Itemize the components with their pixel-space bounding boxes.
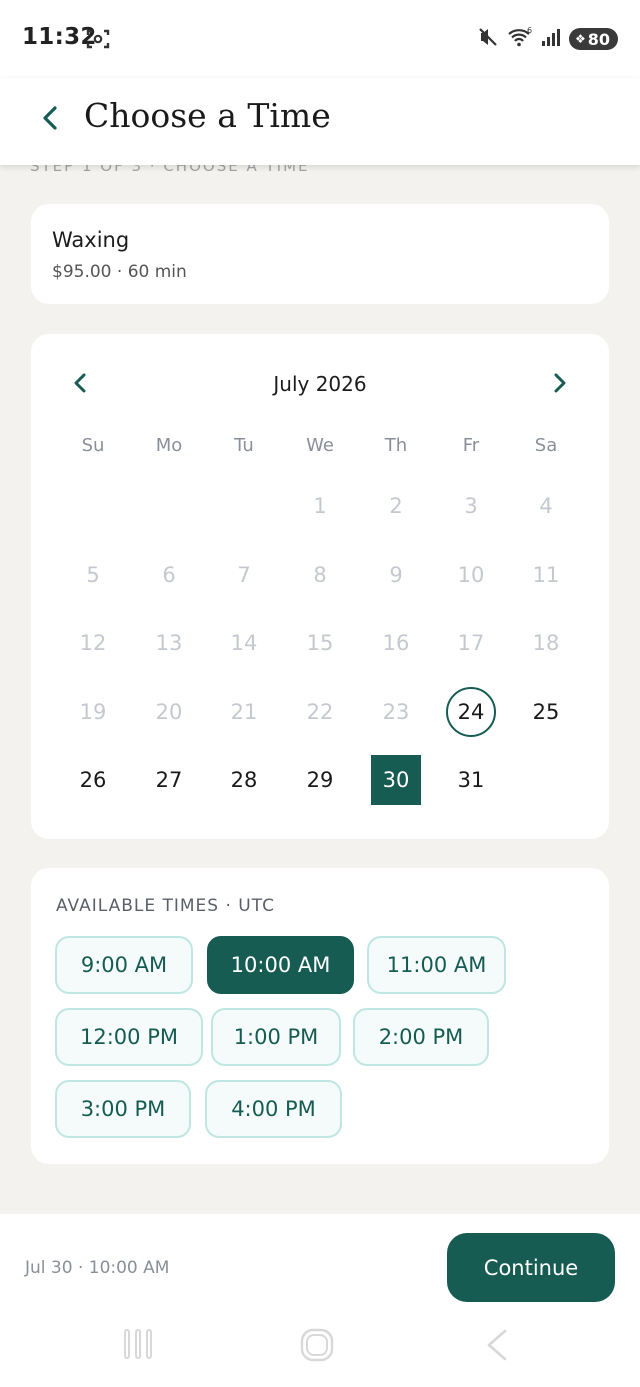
calendar-day: 20 — [155, 700, 183, 724]
chevron-left-icon — [43, 106, 57, 130]
calendar-day: 22 — [306, 700, 334, 724]
calendar-day[interactable]: 25 — [521, 687, 571, 737]
calendar-day[interactable]: 31 — [446, 755, 496, 805]
weekday-header: Sa — [534, 435, 558, 456]
calendar-day[interactable]: 27 — [144, 755, 194, 805]
calendar-day: 13 — [155, 631, 183, 655]
calendar-day: 15 — [306, 631, 334, 655]
time-slot[interactable]: 4:00 PM — [205, 1080, 342, 1138]
bottom-bar: Jul 30 · 10:00 AM Continue — [0, 1214, 640, 1387]
calendar-day: 4 — [539, 494, 553, 518]
service-price-duration: $95.00 · 60 min — [52, 262, 187, 282]
chevron-right-icon — [554, 373, 566, 393]
month-label: July 2026 — [273, 372, 367, 396]
weekday-header: Su — [81, 435, 105, 456]
calendar-day: 8 — [313, 563, 327, 587]
calendar-day[interactable]: 28 — [219, 755, 269, 805]
recent-apps-icon[interactable] — [122, 1328, 154, 1364]
time-slot[interactable]: 1:00 PM — [211, 1008, 341, 1066]
status-bar: 11:32 6 ❖ 80 — [0, 0, 640, 78]
time-slot[interactable]: 11:00 AM — [367, 936, 506, 994]
selection-summary: Jul 30 · 10:00 AM — [25, 1258, 170, 1278]
screenshot-icon — [86, 28, 110, 54]
service-name: Waxing — [52, 228, 130, 252]
calendar-day: 19 — [79, 700, 107, 724]
time-slot[interactable]: 2:00 PM — [353, 1008, 489, 1066]
continue-button[interactable]: Continue — [447, 1233, 615, 1302]
calendar-day: 11 — [532, 563, 560, 587]
system-back-icon[interactable] — [484, 1328, 510, 1366]
calendar-day-selected[interactable]: 30 — [371, 755, 421, 805]
calendar-day[interactable]: 26 — [68, 755, 118, 805]
calendar-day: 5 — [86, 563, 100, 587]
weekday-header: Fr — [462, 435, 480, 456]
calendar-day: 9 — [389, 563, 403, 587]
available-times-title: AVAILABLE TIMES · UTC — [56, 896, 276, 916]
calendar-day-today[interactable]: 24 — [446, 687, 496, 737]
app-header: Choose a Time — [0, 78, 640, 165]
time-slot[interactable]: 12:00 PM — [55, 1008, 203, 1066]
calendar-day: 23 — [382, 700, 410, 724]
svg-text:6: 6 — [527, 26, 532, 35]
service-card: Waxing $95.00 · 60 min — [31, 204, 609, 304]
available-times-card: AVAILABLE TIMES · UTC 9:00 AM 10:00 AM 11:… — [31, 868, 609, 1164]
calendar-day: 7 — [237, 563, 251, 587]
calendar-day: 17 — [457, 631, 485, 655]
page-title: Choose a Time — [84, 96, 331, 135]
calendar-day: 21 — [230, 700, 258, 724]
weekday-header: Tu — [234, 435, 254, 456]
time-slot[interactable]: 3:00 PM — [55, 1080, 191, 1138]
calendar-day: 18 — [532, 631, 560, 655]
calendar-day: 16 — [382, 631, 410, 655]
battery-indicator: ❖ 80 — [568, 28, 618, 50]
time-slot-selected[interactable]: 10:00 AM — [207, 936, 354, 994]
next-month-button[interactable] — [547, 368, 571, 398]
battery-level: 80 — [587, 29, 610, 49]
weekday-header: Th — [384, 435, 408, 456]
leaf-icon: ❖ — [574, 32, 586, 46]
calendar-day: 12 — [79, 631, 107, 655]
wifi-icon: 6 — [507, 26, 533, 52]
calendar-card: July 2026 Su Mo Tu We Th Fr Sa 1 2 3 4 5 6 7 8 9 10 11 12 1… — [31, 334, 609, 839]
calendar-day: 10 — [457, 563, 485, 587]
home-icon[interactable] — [300, 1328, 334, 1366]
calendar-day: 14 — [230, 631, 258, 655]
calendar-day: 6 — [162, 563, 176, 587]
weekday-header: Mo — [155, 435, 183, 456]
calendar-day: 2 — [389, 494, 403, 518]
calendar-day: 3 — [464, 494, 478, 518]
time-slot[interactable]: 9:00 AM — [55, 936, 193, 994]
weekday-header: We — [306, 435, 334, 456]
calendar-day[interactable]: 29 — [295, 755, 345, 805]
calendar-day: 1 — [313, 494, 327, 518]
signal-icon — [541, 27, 561, 51]
back-button[interactable] — [36, 100, 66, 136]
mute-icon — [477, 26, 499, 52]
